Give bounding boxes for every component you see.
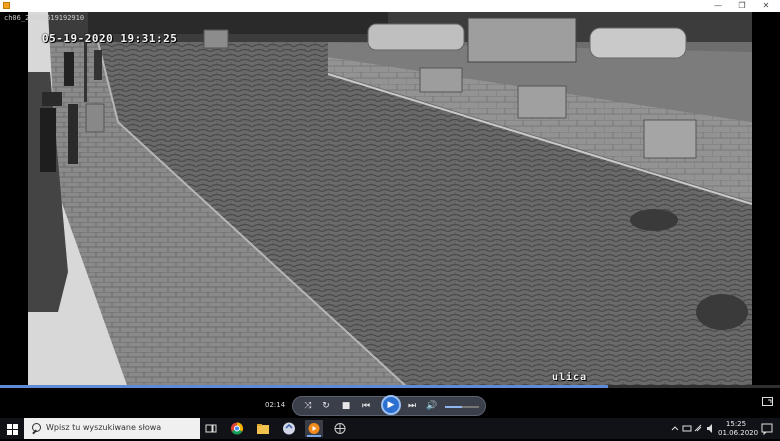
shuffle-button[interactable]: ⤨ <box>301 400 315 412</box>
windows-logo-icon-part <box>13 430 18 435</box>
file-explorer-icon <box>257 424 269 434</box>
task-view-button[interactable] <box>202 420 220 437</box>
play-button[interactable]: ▶ <box>381 395 401 415</box>
fullscreen-icon <box>762 397 773 406</box>
tray-icons <box>670 418 718 439</box>
cctv-scene <box>28 12 752 388</box>
minimize-button[interactable]: — <box>706 0 730 12</box>
camera-label-overlay: ulica <box>552 372 588 383</box>
taskbar-search-box[interactable]: Wpisz tu wyszukiwane słowa <box>24 418 200 439</box>
chrome-icon <box>231 422 244 435</box>
player-controls: 02:14 ⤨ ↻ ■ ⏮ ▶ ⏭ 🔊 <box>0 388 780 418</box>
control-panel: ⤨ ↻ ■ ⏮ ▶ ⏭ 🔊 <box>292 395 486 416</box>
chevron-up-icon <box>671 426 679 431</box>
current-time-label: 02:14 <box>265 401 286 409</box>
next-icon: ⏭ <box>407 401 417 411</box>
mute-button[interactable]: 🔊 <box>425 400 439 412</box>
network-app-icon <box>334 423 346 434</box>
windows-media-player-button[interactable] <box>305 420 323 437</box>
media-app-button[interactable] <box>280 420 298 437</box>
notifications-button[interactable] <box>758 420 776 437</box>
volume-level <box>445 406 462 408</box>
close-button[interactable]: ✕ <box>754 0 778 12</box>
network-app-button[interactable] <box>331 420 349 437</box>
battery-icon <box>682 425 692 432</box>
volume-slider[interactable] <box>445 406 479 408</box>
repeat-button[interactable]: ↻ <box>319 400 333 412</box>
network-icon <box>694 424 702 432</box>
window-titlebar: — ❐ ✕ <box>0 0 780 12</box>
next-button[interactable]: ⏭ <box>405 400 419 412</box>
chrome-button[interactable] <box>228 420 246 437</box>
fullscreen-button[interactable] <box>762 397 773 406</box>
media-app-icon <box>283 422 295 435</box>
clock-date: 01.06.2020 <box>718 429 759 437</box>
maximize-button[interactable]: ❐ <box>730 0 754 12</box>
taskbar: Wpisz tu wyszukiwane słowa 15:25 01.06.2… <box>0 418 780 439</box>
task-view-icon <box>205 424 217 433</box>
file-name-label: ch06_20200519192910 <box>4 14 85 22</box>
search-placeholder: Wpisz tu wyszukiwane słowa <box>46 423 162 432</box>
taskbar-clock[interactable]: 15:25 01.06.2020 <box>718 420 759 438</box>
shuffle-icon: ⤨ <box>304 401 312 411</box>
windows-logo-icon-part <box>7 430 12 435</box>
notifications-icon <box>761 423 773 436</box>
windows-media-player-icon <box>308 423 320 434</box>
video-timestamp-overlay: 05-19-2020 19:31:25 <box>42 32 178 45</box>
clock-time: 15:25 <box>725 420 747 428</box>
start-button[interactable] <box>0 418 24 439</box>
video-frame[interactable]: 05-19-2020 19:31:25 ulica <box>28 12 752 388</box>
app-icon <box>3 2 10 9</box>
stop-button[interactable]: ■ <box>339 400 353 412</box>
windows-logo-icon <box>7 424 12 429</box>
file-explorer-button[interactable] <box>254 420 272 437</box>
repeat-icon: ↻ <box>322 401 330 411</box>
volume-icon <box>707 424 712 433</box>
windows-logo-icon-part <box>13 424 18 429</box>
volume-icon: 🔊 <box>426 401 438 411</box>
previous-icon: ⏮ <box>361 401 371 411</box>
stop-icon: ■ <box>341 401 351 411</box>
play-icon: ▶ <box>387 400 395 410</box>
previous-button[interactable]: ⏮ <box>359 400 373 412</box>
